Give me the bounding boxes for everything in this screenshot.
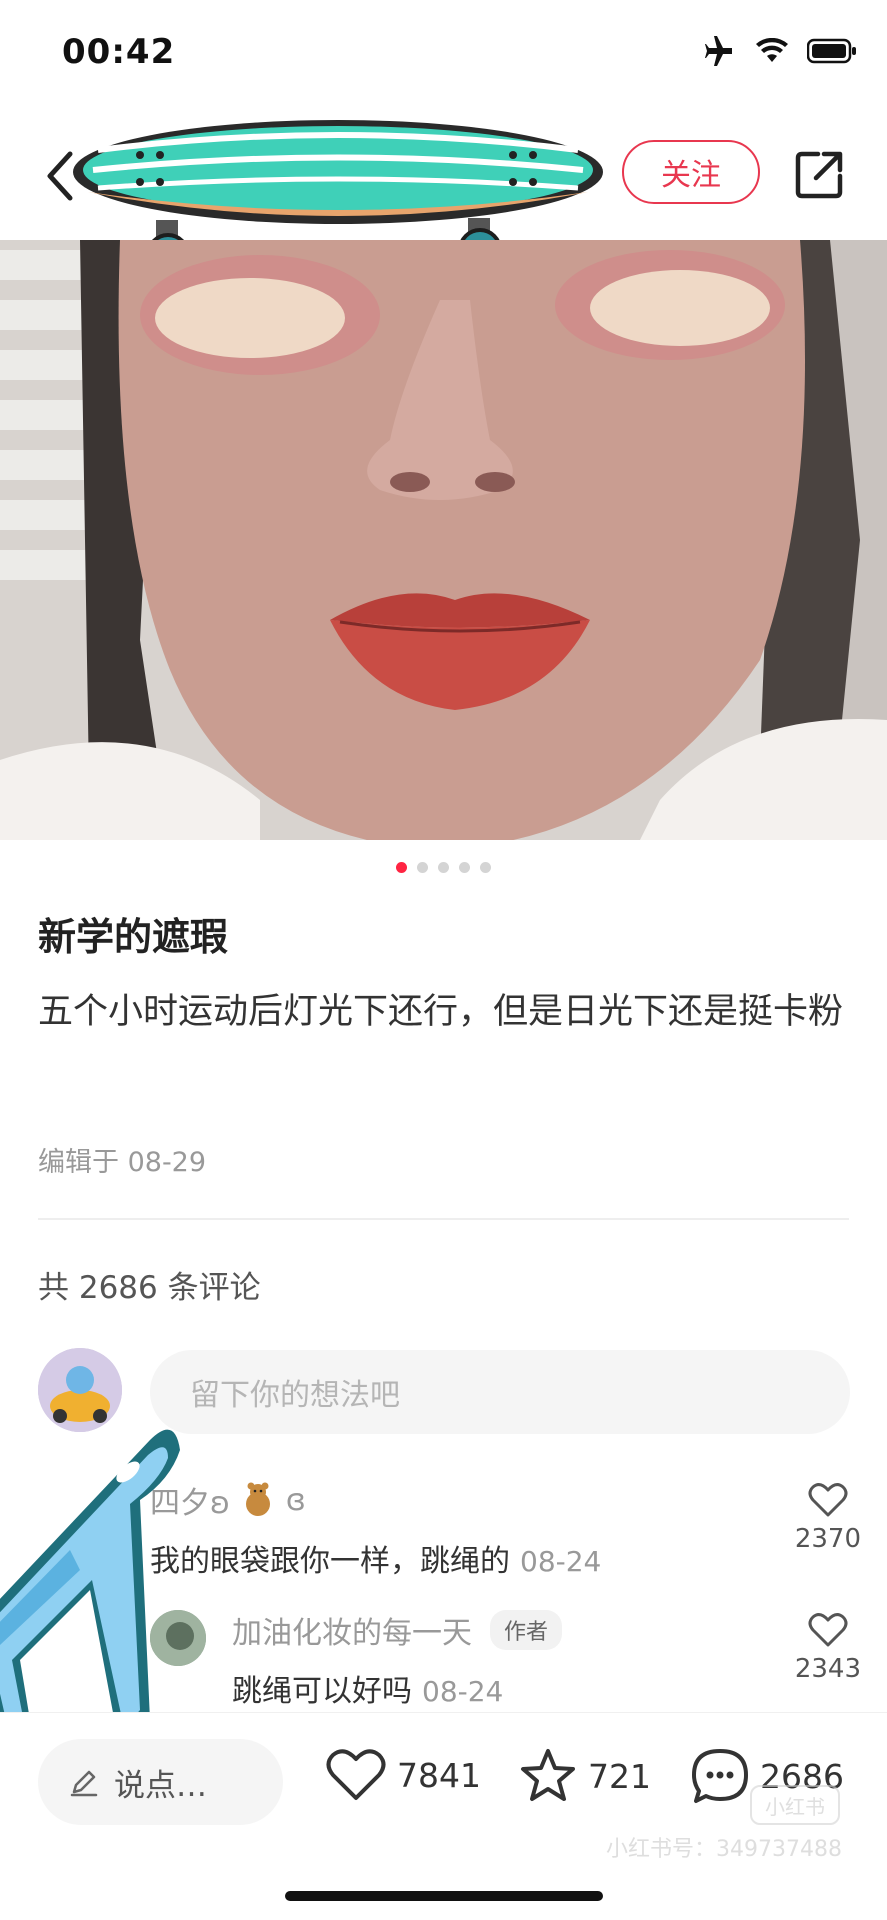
gallery-dot[interactable] bbox=[480, 862, 491, 873]
comment-input[interactable]: 留下你的想法吧 bbox=[150, 1350, 850, 1434]
comment-date: 08-24 bbox=[520, 1545, 602, 1578]
author-tag: 作者 bbox=[490, 1610, 563, 1650]
comment-text[interactable]: 跳绳可以好吗 bbox=[232, 1674, 412, 1709]
say-something-input[interactable]: 说点… bbox=[38, 1739, 283, 1825]
face-photo-image bbox=[0, 240, 887, 840]
watermark-text: 小红书号：349737488 bbox=[606, 1837, 842, 1862]
pencil-icon bbox=[70, 1770, 98, 1797]
heart-icon[interactable] bbox=[808, 1482, 848, 1518]
comment-like-count: 2343 bbox=[794, 1654, 861, 1684]
like-button[interactable]: 7841 bbox=[325, 1747, 481, 1803]
comment-like[interactable]: 2370 bbox=[795, 1482, 861, 1554]
like-count: 7841 bbox=[397, 1755, 481, 1795]
say-something-label: 说点… bbox=[114, 1767, 207, 1804]
comment-text-row: 我的眼袋跟你一样，跳绳的 08-24 bbox=[150, 1536, 870, 1580]
bottom-action-bar: 说点… 7841 721 2686 小红书 小红书号：349737488 bbox=[0, 1712, 887, 1920]
post-edited-date: 编辑于 08-29 bbox=[38, 1147, 207, 1178]
comment-like-count: 2370 bbox=[794, 1524, 861, 1554]
comment-text[interactable]: 我的眼袋跟你一样，跳绳的 bbox=[150, 1544, 510, 1579]
gallery-pagination bbox=[0, 862, 887, 873]
airplane-mode-icon bbox=[705, 36, 732, 66]
follow-button[interactable]: 关注 bbox=[622, 140, 760, 204]
comment-text-row: 跳绳可以好吗 08-24 bbox=[232, 1666, 792, 1710]
heart-icon[interactable] bbox=[325, 1747, 387, 1803]
gallery-dot[interactable] bbox=[459, 862, 470, 873]
battery-icon bbox=[807, 38, 856, 64]
teddy-bear-icon bbox=[245, 1482, 270, 1516]
post-photo[interactable] bbox=[0, 240, 887, 840]
home-indicator[interactable] bbox=[285, 1891, 603, 1901]
comment-date: 08-24 bbox=[422, 1675, 504, 1708]
comment-like[interactable]: 2343 bbox=[795, 1612, 861, 1684]
chat-bubble-icon[interactable] bbox=[690, 1747, 750, 1805]
comment-count: 共 2686 条评论 bbox=[38, 1270, 261, 1306]
watermark-logo: 小红书 bbox=[750, 1785, 840, 1825]
wifi-icon bbox=[756, 38, 788, 62]
share-icon[interactable] bbox=[792, 146, 848, 202]
post-title: 新学的遮瑕 bbox=[38, 915, 229, 959]
comment-item: 加油化妆的每一天 作者 跳绳可以好吗 08-24 bbox=[232, 1608, 792, 1710]
gallery-dot[interactable] bbox=[417, 862, 428, 873]
comment-author-row: 四夕ʚ ɞ bbox=[150, 1478, 870, 1522]
comment-item: 四夕ʚ ɞ 我的眼袋跟你一样，跳绳的 08-24 bbox=[150, 1478, 870, 1580]
status-bar: 00:42 bbox=[0, 0, 887, 110]
star-icon[interactable] bbox=[518, 1747, 578, 1805]
comment-author[interactable]: 加油化妆的每一天 bbox=[232, 1608, 472, 1652]
comment-author-suffix: ɞ bbox=[285, 1482, 306, 1518]
collect-count: 721 bbox=[588, 1756, 651, 1796]
gallery-dot[interactable] bbox=[396, 862, 407, 873]
status-time: 00:42 bbox=[62, 32, 176, 72]
divider bbox=[38, 1218, 849, 1220]
post-body: 五个小时运动后灯光下还行，但是日光下还是挺卡粉 bbox=[38, 992, 844, 1032]
status-icons bbox=[701, 36, 857, 66]
airplane-sticker bbox=[0, 1429, 180, 1750]
comment-author-row: 加油化妆的每一天 作者 bbox=[232, 1608, 792, 1652]
nav-bar: 关注 bbox=[0, 110, 887, 277]
collect-button[interactable]: 721 bbox=[518, 1747, 651, 1805]
heart-icon[interactable] bbox=[808, 1612, 848, 1648]
gallery-dot[interactable] bbox=[438, 862, 449, 873]
